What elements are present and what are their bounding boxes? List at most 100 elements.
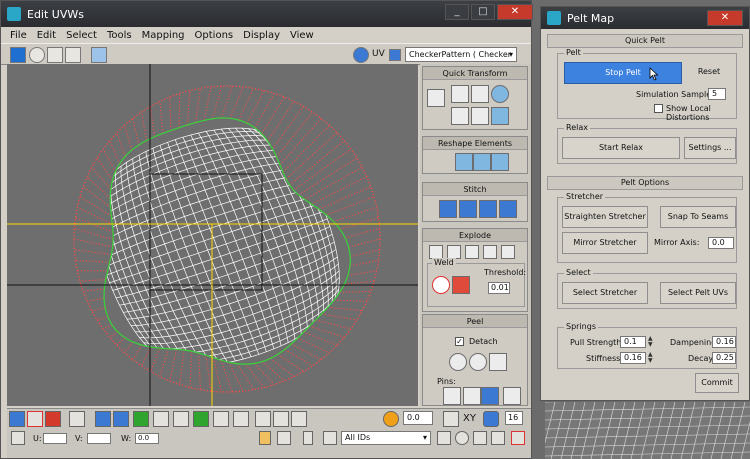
relax-icon[interactable] (473, 153, 491, 171)
rotate-90-icon[interactable] (491, 85, 509, 103)
menu-view[interactable]: View (285, 30, 319, 41)
simulation-samples-field[interactable]: 5 (708, 88, 726, 100)
element-mode-icon[interactable] (69, 411, 85, 427)
grow-select-icon[interactable] (95, 411, 111, 427)
grow-loop-icon[interactable] (153, 411, 169, 427)
snap-to-seams-button[interactable]: Snap To Seams (660, 206, 736, 228)
stitch-header[interactable]: Stitch (423, 183, 527, 196)
reshape-elements-header[interactable]: Reshape Elements (423, 137, 527, 150)
brush-size-down-icon[interactable] (291, 411, 307, 427)
texture-list-icon[interactable] (389, 49, 401, 61)
settings-button[interactable]: Settings ... (684, 137, 736, 159)
id-filter-dropdown[interactable]: All IDs ▾ (341, 431, 431, 445)
uv-space-icon[interactable] (483, 411, 499, 427)
pull-strength-field[interactable]: 0.1 (620, 336, 646, 348)
quick-transform-header[interactable]: Quick Transform (423, 67, 527, 80)
soft-select-icon[interactable] (383, 411, 399, 427)
hide-icon[interactable] (277, 431, 291, 445)
scale-icon[interactable] (47, 47, 63, 63)
stitch-average-icon[interactable] (459, 200, 477, 218)
shrink-loop-icon[interactable] (173, 411, 189, 427)
face-mode-icon[interactable] (45, 411, 61, 427)
menu-display[interactable]: Display (238, 30, 285, 41)
pelt-titlebar[interactable]: Pelt Map ✕ (541, 7, 749, 29)
v-field[interactable] (87, 433, 111, 444)
rotation-field[interactable]: 0.0 (403, 411, 433, 425)
shrink-select-icon[interactable] (113, 411, 129, 427)
zoom-region-icon[interactable] (473, 431, 487, 445)
pan-icon[interactable] (437, 431, 451, 445)
straighten-stretcher-button[interactable]: Straighten Stretcher (562, 206, 648, 228)
close-button[interactable]: ✕ (497, 4, 533, 20)
menu-edit[interactable]: Edit (32, 30, 61, 41)
vertex-mode-icon[interactable] (9, 411, 25, 427)
select-pelt-uvs-button[interactable]: Select Pelt UVs (660, 282, 736, 304)
move-icon[interactable] (10, 47, 26, 63)
freeze-icon[interactable] (303, 431, 313, 445)
snowflake-icon[interactable] (323, 431, 337, 445)
pin-icon[interactable] (443, 387, 461, 405)
paint-select-icon[interactable] (255, 411, 271, 427)
explode-icon[interactable] (483, 245, 497, 259)
maximize-button[interactable]: □ (471, 4, 495, 20)
freeform-icon[interactable] (65, 47, 81, 63)
space-horizontal-icon[interactable] (451, 107, 469, 125)
stitch-target-icon[interactable] (439, 200, 457, 218)
rotate-icon[interactable] (29, 47, 45, 63)
pelt-options-header[interactable]: Pelt Options (547, 176, 743, 190)
uv-viewport[interactable] (7, 64, 418, 406)
stiffness-spinner[interactable]: ▲ ▼ (648, 352, 653, 364)
align-vertical-icon[interactable] (471, 85, 489, 103)
space-vertical-icon[interactable] (471, 107, 489, 125)
pelt-map-icon[interactable] (489, 353, 507, 371)
commit-button[interactable]: Commit (695, 373, 739, 393)
select-pins-icon[interactable] (503, 387, 521, 405)
xy-label[interactable]: XY (463, 413, 476, 424)
snap-icon[interactable] (511, 431, 525, 445)
lscm-icon[interactable] (449, 353, 467, 371)
menu-select[interactable]: Select (61, 30, 102, 41)
lock-icon[interactable] (259, 431, 271, 445)
shrink-ring-icon[interactable] (233, 411, 249, 427)
pack-icon[interactable] (501, 245, 515, 259)
detach-checkbox[interactable]: ✓ (455, 337, 464, 346)
mirror-axis-field[interactable]: 0.0 (708, 237, 734, 249)
grow-ring-icon[interactable] (213, 411, 229, 427)
menu-file[interactable]: File (5, 30, 32, 41)
slash-tool-icon[interactable] (443, 411, 459, 427)
flip-icon[interactable] (491, 107, 509, 125)
reset-peel-icon[interactable] (469, 353, 487, 371)
zoom-icon[interactable] (455, 431, 469, 445)
uvw-titlebar[interactable]: Edit UVWs _ □ ✕ (1, 1, 533, 27)
threshold-field[interactable]: 0.01 (488, 282, 510, 294)
decay-field[interactable]: 0.25 (712, 352, 736, 364)
stitch-custom-icon[interactable] (499, 200, 517, 218)
ring-icon[interactable] (193, 411, 209, 427)
quick-pelt-header[interactable]: Quick Pelt (547, 34, 743, 48)
uv-mesh-canvas[interactable] (7, 64, 418, 406)
break-icon[interactable] (429, 245, 443, 259)
weld-target-icon[interactable] (432, 276, 450, 294)
pelt-close-button[interactable]: ✕ (707, 10, 743, 26)
stiffness-field[interactable]: 0.16 (620, 352, 646, 364)
start-relax-button[interactable]: Start Relax (562, 137, 680, 159)
menu-options[interactable]: Options (190, 30, 239, 41)
texture-dropdown[interactable]: CheckerPattern ( Checker ) ▾ (405, 47, 517, 72)
edge-mode-icon[interactable] (27, 411, 43, 427)
u-field[interactable] (43, 433, 67, 444)
w-field[interactable]: 0.0 (135, 433, 159, 444)
stop-pelt-button[interactable]: Stop Pelt (564, 62, 682, 84)
menu-mapping[interactable]: Mapping (137, 30, 190, 41)
minimize-button[interactable]: _ (445, 4, 469, 20)
stitch-source-icon[interactable] (479, 200, 497, 218)
flatten-icon[interactable] (465, 245, 479, 259)
menu-tools[interactable]: Tools (102, 30, 137, 41)
show-map-icon[interactable] (353, 47, 369, 63)
zoom-extents-icon[interactable] (491, 431, 505, 445)
align-horizontal-icon[interactable] (451, 85, 469, 103)
count-field[interactable]: 16 (505, 411, 523, 425)
dampening-field[interactable]: 0.16 (712, 336, 736, 348)
peel-header[interactable]: Peel (423, 315, 527, 328)
straighten-icon[interactable] (455, 153, 473, 171)
show-local-distortions-checkbox[interactable] (654, 104, 663, 113)
